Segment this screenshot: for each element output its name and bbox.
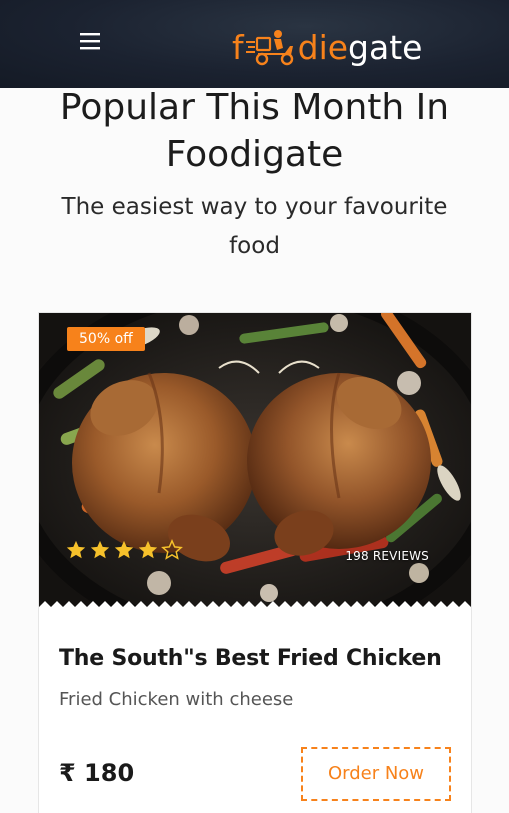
dish-description: Fried Chicken with cheese bbox=[59, 689, 294, 710]
dish-title[interactable]: The South"s Best Fried Chicken bbox=[59, 646, 442, 671]
star-outline-icon bbox=[161, 539, 183, 560]
zigzag-divider bbox=[39, 601, 471, 613]
food-image[interactable]: 50% off 198 REVIEWS bbox=[39, 313, 471, 613]
moped-icon bbox=[245, 30, 293, 66]
page-subtitle: The easiest way to your favourite food bbox=[61, 194, 448, 259]
hamburger-icon bbox=[80, 33, 100, 50]
page-title: Popular This Month In Foodigate bbox=[59, 87, 450, 175]
star-rating bbox=[65, 539, 183, 561]
top-navbar: f die gate bbox=[0, 0, 509, 88]
food-card[interactable]: 50% off 198 REVIEWS The South"s Best Fri… bbox=[38, 312, 472, 813]
logo-part-gate: gate bbox=[348, 28, 423, 67]
star-filled-icon bbox=[66, 540, 86, 559]
star-filled-icon bbox=[90, 540, 110, 559]
star-filled-icon bbox=[138, 540, 158, 559]
menu-button[interactable] bbox=[72, 24, 108, 58]
roast-chicken-photo bbox=[39, 313, 471, 613]
order-now-button[interactable]: Order Now bbox=[301, 747, 451, 801]
logo-part-f: f bbox=[232, 28, 244, 67]
dish-price: ₹ 180 bbox=[59, 759, 135, 787]
review-count: 198 REVIEWS bbox=[345, 549, 429, 563]
brand-logo[interactable]: f die gate bbox=[232, 14, 423, 67]
logo-part-die: die bbox=[297, 28, 349, 67]
discount-badge: 50% off bbox=[67, 327, 145, 351]
star-filled-icon bbox=[114, 540, 134, 559]
